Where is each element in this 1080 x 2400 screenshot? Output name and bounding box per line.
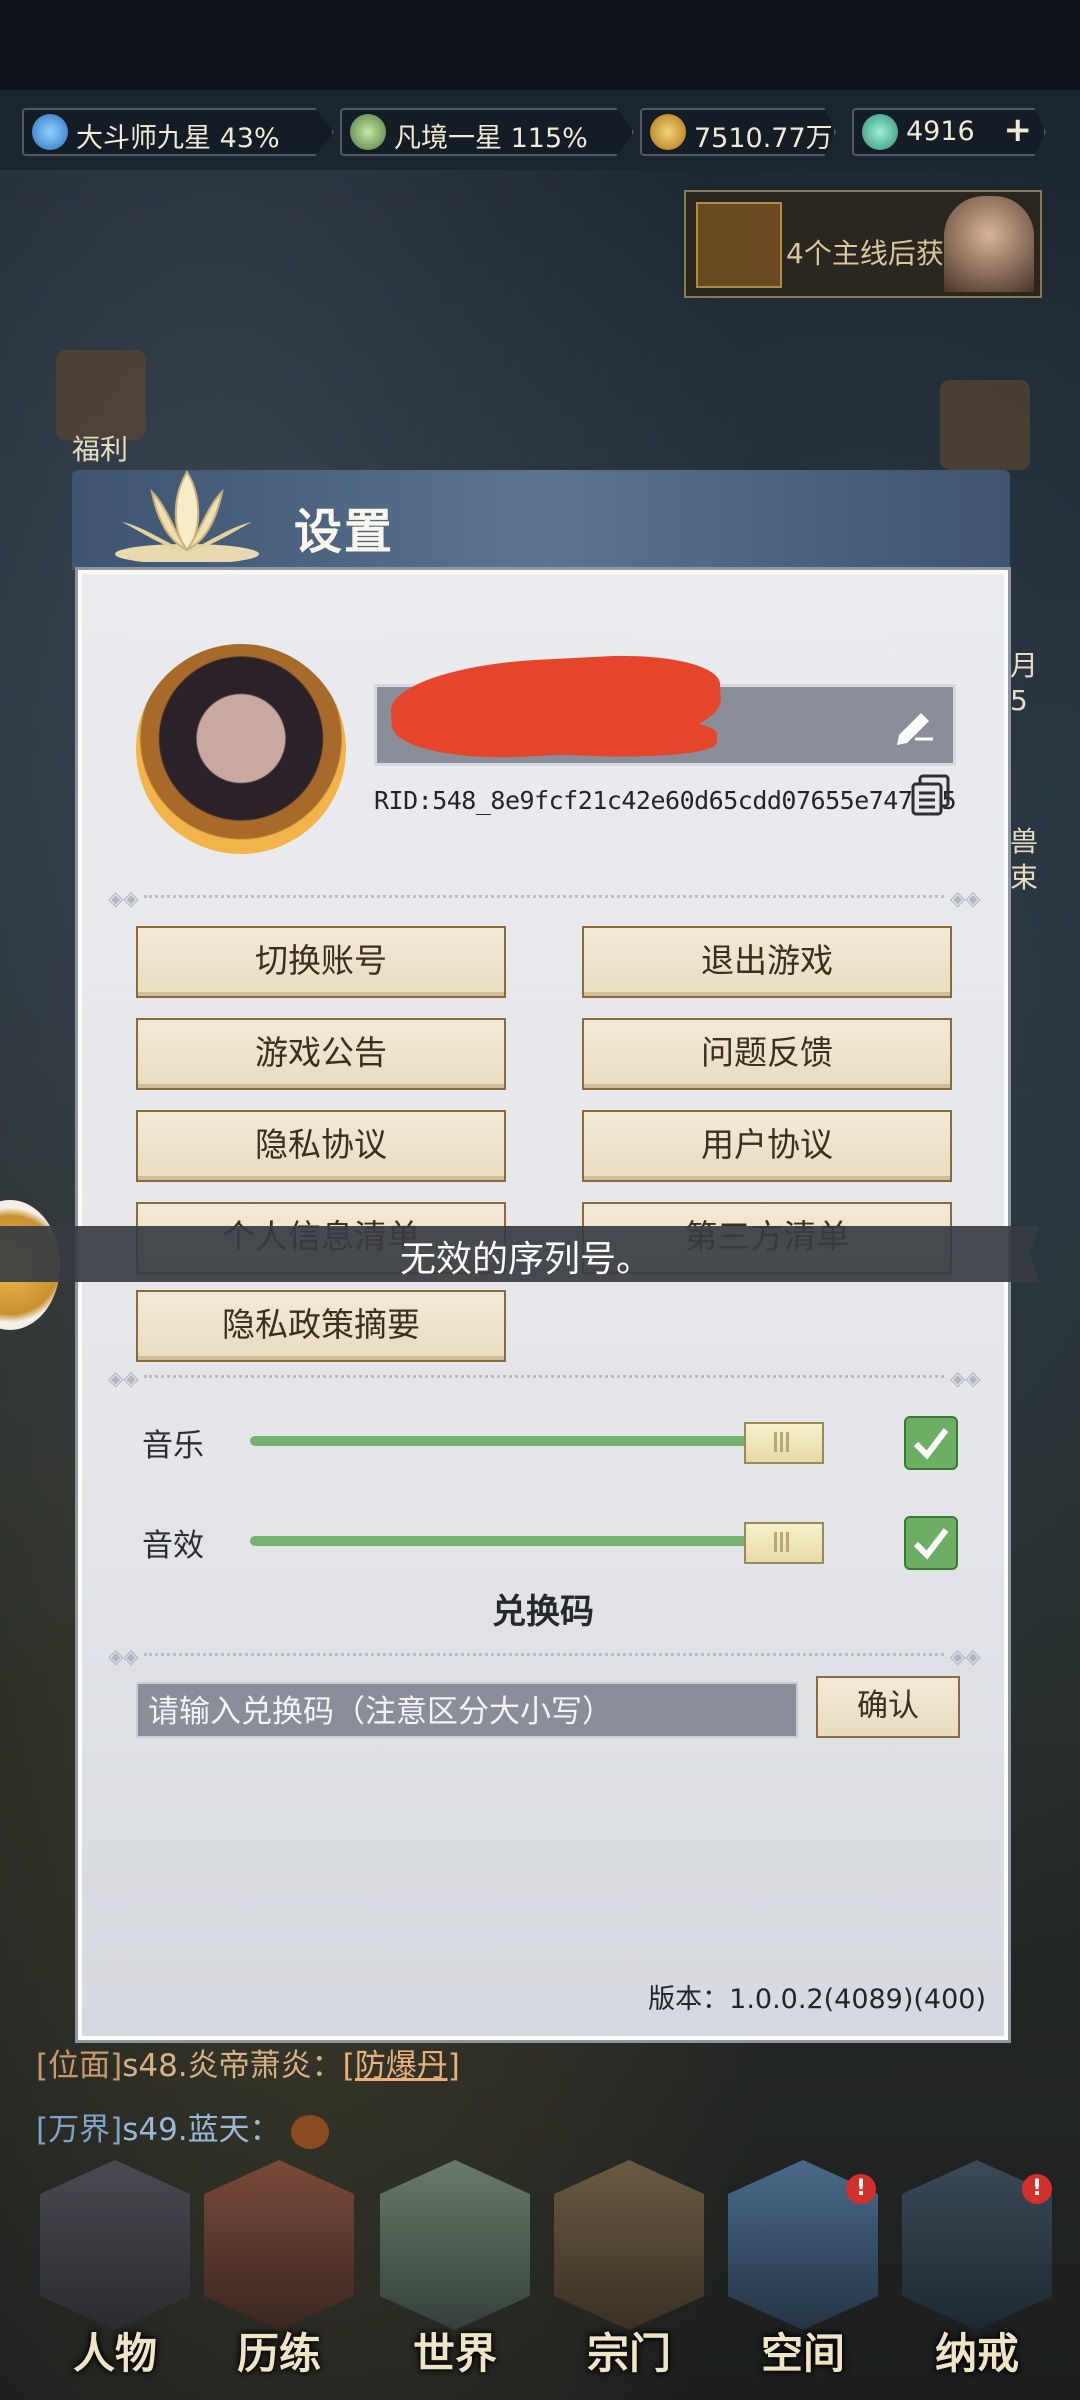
music-slider-thumb[interactable] (744, 1422, 824, 1464)
dialog-body: RID:548_8e9fcf21c42e60d65cdd07655e747b15… (78, 570, 1008, 2040)
side-label-beast: 兽 (1010, 825, 1039, 858)
character-portrait (944, 196, 1034, 292)
side-event-icon[interactable] (940, 380, 1030, 470)
quest-reward-icon (696, 202, 782, 288)
cultivation-rank-chip[interactable]: 大斗师九星 43% (22, 108, 334, 156)
toast-text: 无效的序列号。 (400, 1239, 653, 1280)
notification-badge: ! (846, 2174, 876, 2204)
nav-label-world: 世界 (412, 2329, 497, 2378)
section-divider: ◈◈ ◈◈ (108, 1644, 981, 1668)
announcement-button[interactable]: 游戏公告 (136, 1018, 506, 1090)
jade-amount: 4916 (906, 116, 975, 147)
quest-banner[interactable]: 4个主线后获得 (684, 190, 1042, 298)
add-currency-button[interactable]: + (1004, 110, 1033, 150)
confirm-button[interactable]: 确认 (816, 1676, 960, 1738)
chat-line[interactable]: [位面]s48.炎帝萧炎：[防爆丹] (36, 2040, 460, 2085)
chat-channel: [位面] (36, 2048, 123, 2084)
chat-channel: [万界] (36, 2112, 123, 2148)
jade-chip[interactable]: 4916 + (852, 108, 1046, 156)
nav-training[interactable] (204, 2160, 354, 2330)
gold-amount: 7510.77万 (694, 123, 833, 154)
player-name-field[interactable] (374, 650, 956, 766)
exit-game-button[interactable]: 退出游戏 (582, 926, 952, 998)
jade-icon (862, 114, 898, 150)
privacy-summary-button[interactable]: 隐私政策摘要 (136, 1290, 506, 1362)
nav-label-character: 人物 (72, 2329, 157, 2378)
sfx-toggle-checkbox[interactable] (904, 1516, 958, 1570)
nav-character[interactable] (40, 2160, 190, 2330)
feedback-button[interactable]: 问题反馈 (582, 1018, 952, 1090)
chat-item-link[interactable]: [防爆丹] (343, 2048, 460, 2084)
nav-label-space: 空间 (760, 2329, 845, 2378)
nav-label-sect: 宗门 (586, 2329, 671, 2378)
privacy-agreement-button[interactable]: 隐私协议 (136, 1110, 506, 1182)
gold-coin-icon (650, 114, 686, 150)
redeem-code-title: 兑换码 (492, 1592, 594, 1632)
gold-chip[interactable]: 7510.77万 (640, 108, 836, 156)
copy-icon[interactable] (910, 774, 952, 816)
checkmark-icon (913, 1528, 949, 1560)
nav-world[interactable] (380, 2160, 530, 2330)
emoji-icon (290, 2114, 329, 2149)
sfx-slider-track[interactable] (250, 1536, 810, 1546)
user-agreement-button[interactable]: 用户协议 (582, 1110, 952, 1182)
spiral-icon (350, 114, 386, 150)
realm-chip[interactable]: 凡境一星 115% (340, 108, 634, 156)
bottom-nav: 人物 历练 世界 宗门 空间 ! 纳戒 ! (0, 2150, 1080, 2400)
chat-line[interactable]: [万界]s49.蓝天： (36, 2104, 329, 2149)
dialog-title: 设置 (294, 504, 395, 560)
player-avatar[interactable] (136, 644, 346, 854)
flame-icon (32, 114, 68, 150)
welfare-icon[interactable] (56, 350, 146, 440)
side-label-month: 月 (1010, 649, 1039, 682)
sfx-label: 音效 (142, 1528, 204, 1564)
nav-label-ring: 纳戒 (934, 2329, 1019, 2378)
sfx-slider-thumb[interactable] (744, 1522, 824, 1564)
section-divider: ◈◈ ◈◈ (108, 1366, 981, 1390)
player-rid: RID:548_8e9fcf21c42e60d65cdd07655e747b15 (374, 786, 957, 815)
cultivation-rank-text: 大斗师九星 43% (76, 123, 280, 154)
side-label-end: 束 (1010, 861, 1039, 894)
music-slider-track[interactable] (250, 1436, 810, 1446)
music-toggle-checkbox[interactable] (904, 1416, 958, 1470)
switch-account-button[interactable]: 切换账号 (136, 926, 506, 998)
dialog-header: 设置 (72, 470, 1010, 570)
checkmark-icon (913, 1428, 949, 1460)
chat-sender: s49.蓝天： (122, 2112, 281, 2148)
music-label: 音乐 (142, 1428, 204, 1464)
nav-label-training: 历练 (236, 2329, 321, 2378)
nav-sect[interactable] (554, 2160, 704, 2330)
chat-sender: s48.炎帝萧炎： (122, 2048, 343, 2084)
lotus-icon (115, 470, 259, 562)
section-divider: ◈◈ ◈◈ (108, 886, 981, 910)
side-label-num: 5 (1010, 684, 1028, 717)
version-text: 版本：1.0.0.2(4089)(400) (648, 1984, 986, 2015)
realm-text: 凡境一星 115% (394, 123, 588, 154)
notification-badge: ! (1022, 2174, 1052, 2204)
redeem-code-input[interactable]: 请输入兑换码（注意区分大小写） (136, 1682, 798, 1738)
toast-message: 无效的序列号。 (0, 1226, 1040, 1282)
edit-pen-icon[interactable] (893, 705, 937, 745)
